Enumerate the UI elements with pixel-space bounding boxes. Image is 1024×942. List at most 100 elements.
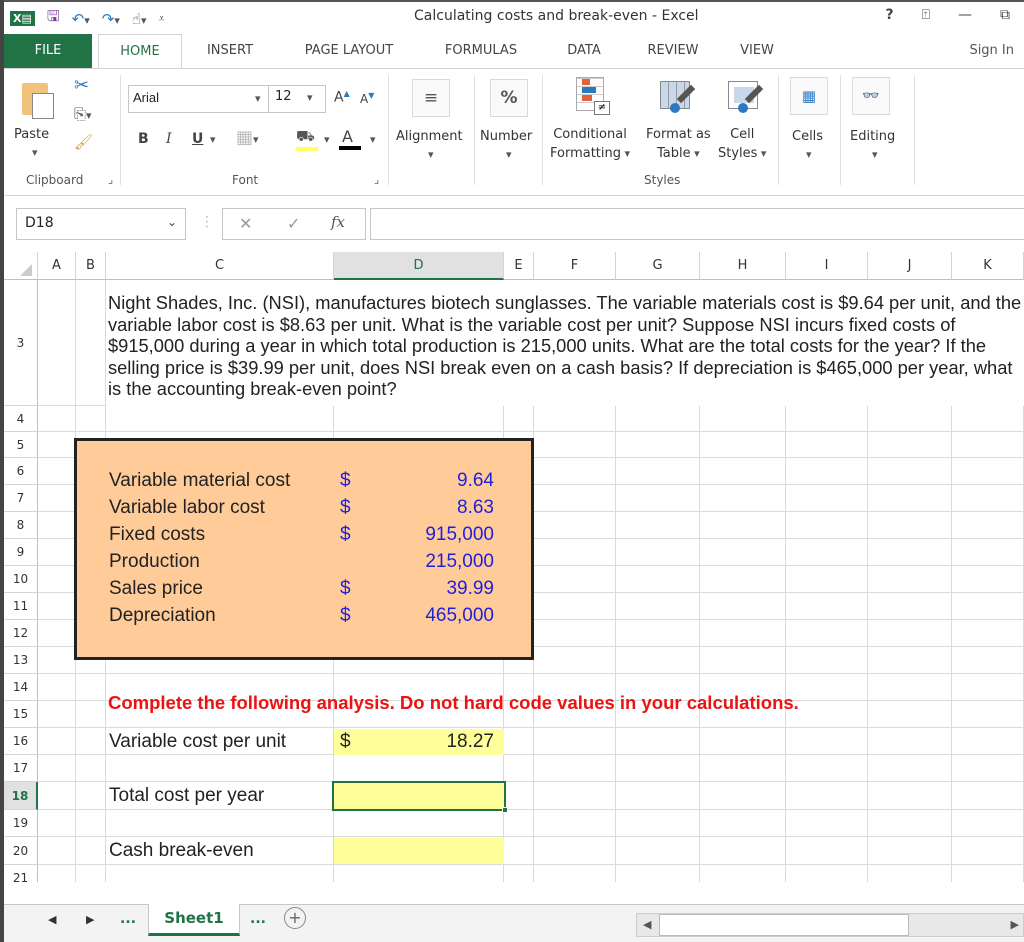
- sheet-tab-sheet1[interactable]: Sheet1: [148, 904, 240, 936]
- input-label[interactable]: Variable material cost: [109, 470, 290, 492]
- cells-icon[interactable]: ▦: [790, 77, 828, 115]
- column-header-i[interactable]: I: [786, 252, 868, 280]
- horizontal-scrollbar[interactable]: ◀ ▶: [636, 913, 1024, 937]
- underline-dropdown-icon[interactable]: ▾: [210, 133, 216, 146]
- chevron-down-icon[interactable]: ⌄: [167, 215, 177, 229]
- borders-icon[interactable]: ▦▾: [236, 127, 259, 148]
- insert-function-icon[interactable]: fx: [331, 213, 345, 231]
- name-box[interactable]: D18 ⌄: [16, 208, 186, 240]
- input-label[interactable]: Sales price: [109, 578, 203, 600]
- bold-button[interactable]: B: [138, 131, 149, 147]
- input-label[interactable]: Production: [109, 551, 200, 573]
- tab-page-layout[interactable]: PAGE LAYOUT: [294, 34, 404, 68]
- save-icon[interactable]: 🖫: [47, 6, 60, 31]
- alignment-icon[interactable]: ≡: [412, 79, 450, 117]
- row-header-5[interactable]: 5: [4, 432, 38, 458]
- row-header-20[interactable]: 20: [4, 837, 38, 865]
- row-header-11[interactable]: 11: [4, 593, 38, 620]
- format-as-table-icon[interactable]: [660, 81, 696, 117]
- percent-icon[interactable]: %: [490, 79, 528, 117]
- redo-icon[interactable]: ↷▾: [102, 10, 120, 28]
- underline-button[interactable]: U: [192, 131, 203, 147]
- conditional-formatting-button[interactable]: Conditional Formatting ▾: [550, 125, 630, 163]
- column-header-f[interactable]: F: [534, 252, 616, 280]
- active-cell-selection[interactable]: [332, 781, 508, 813]
- help-icon[interactable]: ?: [885, 7, 893, 23]
- cell-styles-button[interactable]: Cell Styles ▾: [718, 125, 766, 163]
- input-value[interactable]: 915,000: [384, 524, 494, 546]
- cells-button[interactable]: Cells: [792, 127, 823, 146]
- column-header-a[interactable]: A: [38, 252, 76, 280]
- row-header-10[interactable]: 10: [4, 566, 38, 593]
- resize-handle-icon[interactable]: ⋮: [200, 214, 214, 230]
- undo-icon[interactable]: ↶▾: [72, 10, 90, 28]
- scrollbar-thumb[interactable]: [659, 914, 909, 936]
- column-header-h[interactable]: H: [700, 252, 786, 280]
- column-header-e[interactable]: E: [504, 252, 534, 280]
- grow-font-icon[interactable]: A▲: [334, 89, 350, 106]
- conditional-formatting-icon[interactable]: ≠: [576, 77, 612, 117]
- column-header-b[interactable]: B: [76, 252, 106, 280]
- row-header-15[interactable]: 15: [4, 701, 38, 728]
- font-color-dropdown-icon[interactable]: ▾: [370, 133, 376, 146]
- row-header-7[interactable]: 7: [4, 485, 38, 512]
- fill-handle[interactable]: [502, 807, 508, 813]
- tab-home[interactable]: HOME: [98, 34, 182, 68]
- row-header-13[interactable]: 13: [4, 647, 38, 674]
- row-header-19[interactable]: 19: [4, 810, 38, 837]
- input-value[interactable]: 215,000: [384, 551, 494, 573]
- find-binoculars-icon[interactable]: 👓: [852, 77, 890, 115]
- editing-dropdown-icon[interactable]: ▾: [872, 145, 878, 164]
- format-painter-icon[interactable]: 🖌: [74, 133, 93, 151]
- paste-button[interactable]: Paste: [14, 125, 49, 144]
- number-button[interactable]: Number: [480, 127, 532, 146]
- enter-icon[interactable]: ✓: [287, 214, 300, 233]
- column-header-c[interactable]: C: [106, 252, 334, 280]
- tab-formulas[interactable]: FORMULAS: [436, 34, 526, 68]
- editing-button[interactable]: Editing: [850, 127, 895, 146]
- output-cell[interactable]: [334, 838, 504, 864]
- touch-mode-icon[interactable]: ☝▾: [132, 10, 147, 28]
- row-header-4[interactable]: 4: [4, 406, 38, 432]
- format-as-table-button[interactable]: Format as Table ▾: [646, 125, 711, 163]
- row-header-9[interactable]: 9: [4, 539, 38, 566]
- number-dropdown-icon[interactable]: ▾: [506, 145, 512, 164]
- tab-file[interactable]: FILE: [4, 34, 92, 68]
- scroll-left-icon[interactable]: ◀: [643, 918, 651, 931]
- tab-insert[interactable]: INSERT: [200, 34, 260, 68]
- scroll-right-icon[interactable]: ▶: [1011, 918, 1019, 931]
- scroll-tabs-right-icon[interactable]: ▶: [86, 913, 94, 926]
- fill-color-dropdown-icon[interactable]: ▾: [324, 133, 330, 146]
- row-header-6[interactable]: 6: [4, 458, 38, 485]
- sign-in-link[interactable]: Sign In: [969, 34, 1014, 68]
- row-header-12[interactable]: 12: [4, 620, 38, 647]
- input-label[interactable]: Depreciation: [109, 605, 216, 627]
- font-launcher-icon[interactable]: ⌟: [374, 173, 379, 186]
- select-all-corner[interactable]: [4, 252, 38, 280]
- copy-icon[interactable]: ⎘▾: [74, 105, 92, 123]
- font-size-select[interactable]: 12 ▾: [268, 85, 326, 113]
- input-label[interactable]: Variable labor cost: [109, 497, 265, 519]
- restore-icon[interactable]: ⧉: [1000, 7, 1010, 23]
- row-header-16[interactable]: 16: [4, 728, 38, 755]
- row-header-18[interactable]: 18: [4, 782, 38, 810]
- font-color-icon[interactable]: A: [339, 127, 361, 150]
- cancel-icon[interactable]: ✕: [239, 214, 252, 233]
- clipboard-launcher-icon[interactable]: ⌟: [108, 173, 113, 186]
- row-header-17[interactable]: 17: [4, 755, 38, 782]
- row-header-8[interactable]: 8: [4, 512, 38, 539]
- column-header-g[interactable]: G: [616, 252, 700, 280]
- column-header-j[interactable]: J: [868, 252, 952, 280]
- previous-sheets-ellipsis[interactable]: ...: [120, 911, 136, 927]
- paste-dropdown-icon[interactable]: ▾: [32, 143, 38, 162]
- add-sheet-icon[interactable]: +: [284, 907, 306, 929]
- cells-dropdown-icon[interactable]: ▾: [806, 145, 812, 164]
- row-header-14[interactable]: 14: [4, 674, 38, 701]
- cell-styles-icon[interactable]: [728, 81, 764, 117]
- next-sheets-ellipsis[interactable]: ...: [250, 911, 266, 927]
- fill-color-icon[interactable]: ⛟: [296, 127, 318, 151]
- tab-review[interactable]: REVIEW: [638, 34, 708, 68]
- cut-icon[interactable]: ✂: [74, 75, 89, 96]
- alignment-dropdown-icon[interactable]: ▾: [428, 145, 434, 164]
- customize-qat-icon[interactable]: ⩡: [159, 12, 165, 26]
